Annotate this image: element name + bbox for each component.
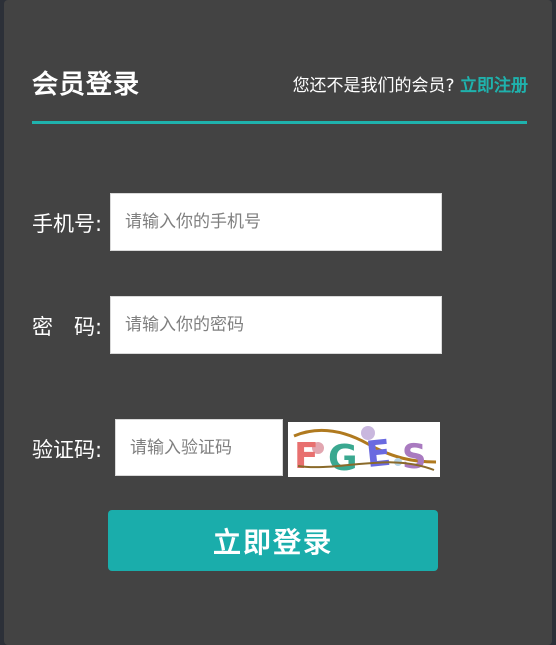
captcha-char: S [402, 437, 427, 477]
captcha-graphic: F G E S [293, 426, 437, 479]
login-button[interactable]: 立即登录 [108, 510, 438, 571]
password-input[interactable] [110, 296, 442, 354]
register-hint-text: 您还不是我们的会员? [292, 76, 455, 96]
captcha-char: G [328, 438, 358, 477]
captcha-label: 验证码: [32, 438, 103, 462]
register-hint: 您还不是我们的会员? 立即注册 [293, 71, 528, 96]
captcha-char: F [294, 436, 319, 477]
captcha-image[interactable]: F G E S [288, 422, 440, 479]
login-panel: 会员登录 您还不是我们的会员? 立即注册 手机号: 密 码: 验证码: F G … [4, 0, 552, 645]
captcha-char: E [364, 433, 393, 476]
captcha-input[interactable] [115, 419, 283, 476]
phone-input[interactable] [110, 193, 442, 251]
password-label: 密 码: [32, 315, 103, 339]
register-link[interactable]: 立即注册 [460, 76, 528, 96]
phone-label: 手机号: [32, 212, 103, 236]
page-title: 会员登录 [32, 70, 141, 100]
title-divider [32, 121, 527, 124]
